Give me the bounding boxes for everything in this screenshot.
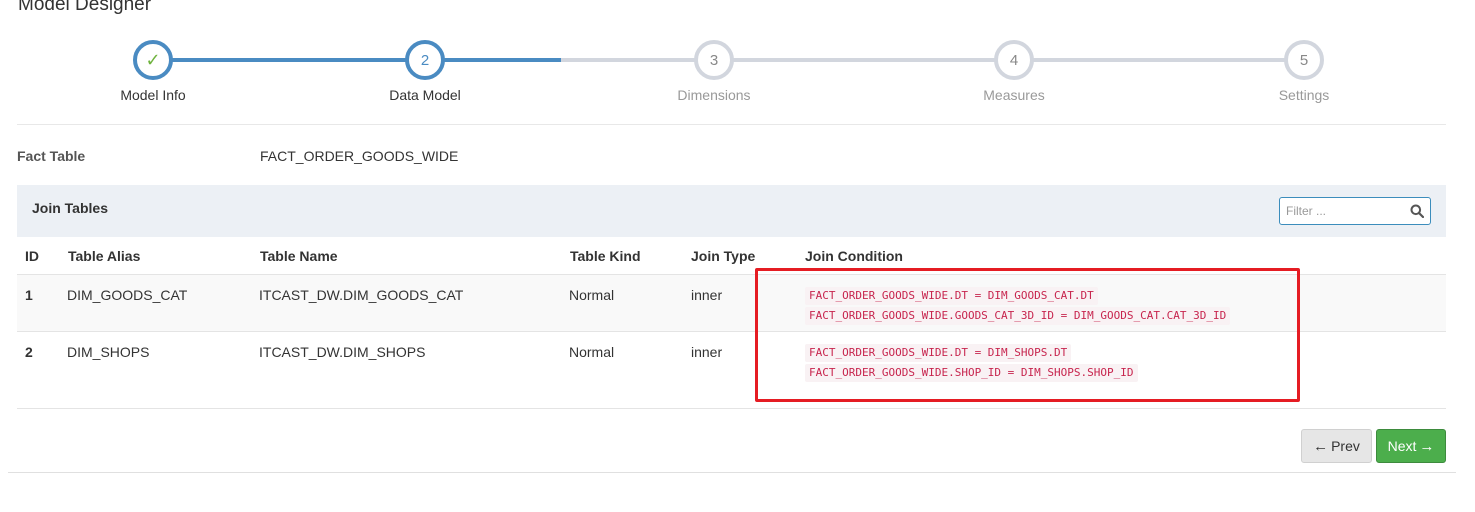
row-table-kind: Normal (569, 344, 615, 360)
column-header-table-kind: Table Kind (570, 248, 641, 264)
column-header-join-condition: Join Condition (805, 248, 903, 264)
wizard-step-number: 5 (1284, 40, 1324, 80)
row-join-type: inner (691, 287, 723, 303)
wizard-step-label: Dimensions (677, 87, 751, 103)
filter-input[interactable] (1280, 198, 1398, 224)
search-icon[interactable] (1410, 204, 1424, 218)
filter-box (1279, 197, 1431, 225)
wizard-step-settings[interactable]: 5 Settings (1204, 40, 1404, 103)
wizard-step-dimensions[interactable]: 3 Dimensions (614, 40, 814, 103)
wizard-step-measures[interactable]: 4 Measures (914, 40, 1114, 103)
row-table-alias: DIM_GOODS_CAT (67, 287, 188, 303)
highlight-annotation-box (755, 268, 1300, 402)
row-table-name: ITCAST_DW.DIM_SHOPS (259, 344, 426, 360)
fact-table-label: Fact Table (17, 148, 86, 164)
wizard-step-number: 2 (405, 40, 445, 80)
column-header-id: ID (25, 248, 39, 264)
prev-button-label: Prev (1331, 438, 1360, 454)
wizard-step-label: Model Info (120, 87, 186, 103)
wizard-step-label: Settings (1278, 87, 1330, 103)
arrow-left-icon: ← (1313, 437, 1329, 455)
arrow-right-icon: → (1419, 437, 1435, 455)
next-button-label: Next (1387, 438, 1417, 454)
wizard-step-label: Data Model (389, 87, 461, 103)
join-tables-title: Join Tables (32, 200, 108, 216)
join-tables-header: Join Tables (17, 185, 1446, 237)
row-table-alias: DIM_SHOPS (67, 344, 150, 360)
wizard-step-data-model[interactable]: 2 Data Model (325, 40, 525, 103)
row-id: 1 (25, 287, 33, 303)
wizard-step-label: Measures (983, 87, 1045, 103)
row-join-type: inner (691, 344, 723, 360)
checkmark-icon: ✓ (133, 40, 173, 80)
row-id: 2 (25, 344, 33, 360)
wizard-step-number: 3 (694, 40, 734, 80)
divider (8, 472, 1456, 473)
fact-table-value: FACT_ORDER_GOODS_WIDE (260, 148, 459, 164)
wizard-step-model-info[interactable]: ✓ Model Info (53, 40, 253, 103)
column-header-table-name: Table Name (260, 248, 338, 264)
row-table-kind: Normal (569, 287, 615, 303)
prev-button[interactable]: ← Prev (1301, 429, 1372, 463)
row-table-name: ITCAST_DW.DIM_GOODS_CAT (259, 287, 464, 303)
wizard-steps: ✓ Model Info 2 Data Model 3 Dimensions 4… (0, 0, 1475, 125)
column-header-table-alias: Table Alias (68, 248, 141, 264)
divider (17, 124, 1446, 125)
column-header-join-type: Join Type (691, 248, 756, 264)
next-button[interactable]: Next → (1376, 429, 1446, 463)
wizard-step-number: 4 (994, 40, 1034, 80)
